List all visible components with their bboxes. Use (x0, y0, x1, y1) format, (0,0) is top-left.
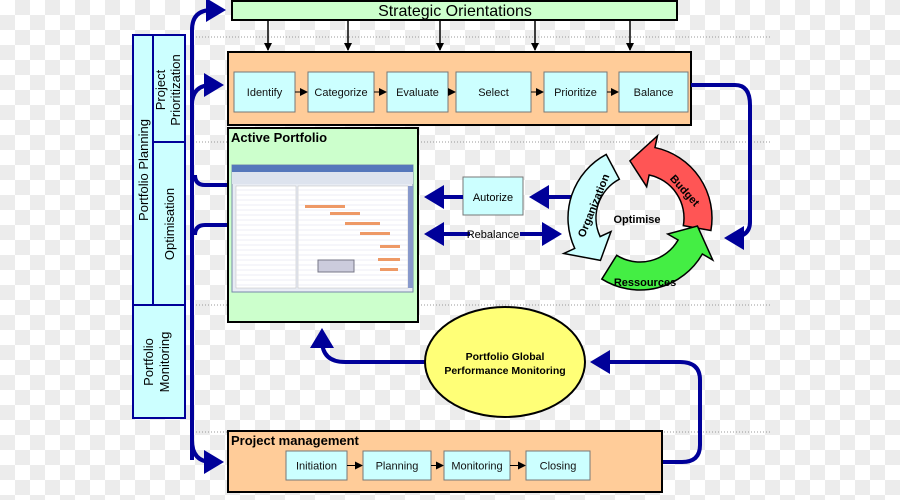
optimisation-label: Optimisation (162, 188, 177, 260)
project-management-title: Project management (231, 433, 360, 448)
step-label: Closing (540, 461, 577, 473)
optimise-label: Optimise (613, 214, 660, 226)
left-flow-arrows (190, 0, 228, 474)
active-portfolio-title: Active Portfolio (231, 130, 327, 145)
portfolio-software-screenshot (231, 164, 414, 293)
strategic-down-arrows (264, 20, 634, 51)
step-label: Planning (376, 461, 419, 473)
autorize-label: Autorize (473, 192, 513, 204)
strategic-orientations-label: Strategic Orientations (378, 3, 532, 20)
step-label: Monitoring (451, 461, 502, 473)
portfolio-monitoring-label-1: Portfolio (141, 338, 156, 386)
step-label: Initiation (296, 461, 337, 473)
step-label: Identify (247, 87, 283, 99)
portfolio-planning-label: Portfolio Planning (136, 119, 151, 221)
performance-monitoring-line1: Portfolio Global (466, 351, 545, 363)
step-label: Select (478, 87, 509, 99)
step-label: Prioritize (554, 87, 597, 99)
rebalance-label: Rebalance (467, 229, 520, 241)
performance-monitoring-line2: Performance Monitoring (444, 365, 565, 377)
step-label: Evaluate (396, 87, 439, 99)
resources-label: Ressources (614, 277, 676, 289)
portfolio-diagram: Portfolio Planning Project Prioritizatio… (132, 0, 770, 493)
portfolio-monitoring-label-2: Monitoring (157, 332, 172, 393)
step-label: Balance (634, 87, 674, 99)
project-prioritization-label-1: Project (153, 69, 168, 110)
step-label: Categorize (314, 87, 367, 99)
project-prioritization-label-2: Prioritization (168, 54, 183, 126)
